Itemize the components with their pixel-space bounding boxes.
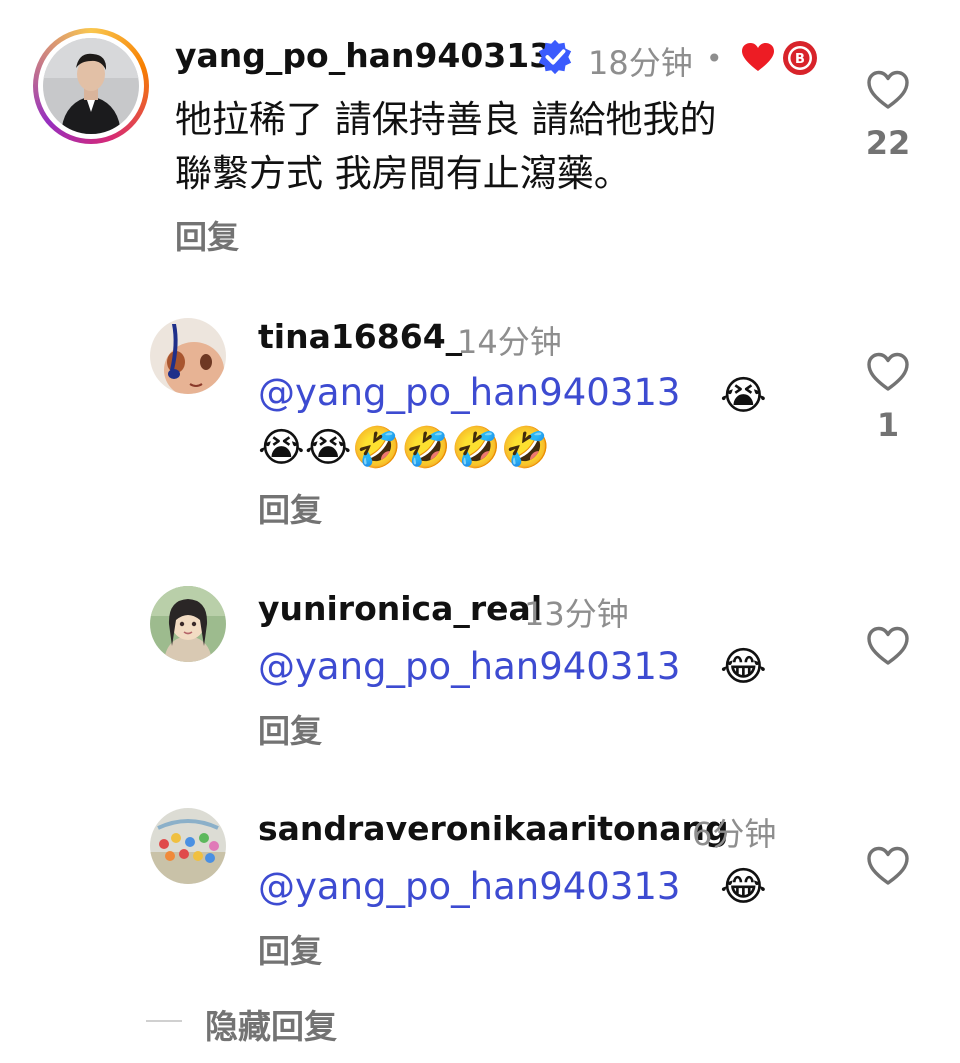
reply-button[interactable]: 回复 (258, 926, 322, 972)
comment-username[interactable]: sandraveronikaaritonang (258, 809, 729, 848)
tears-of-joy-emoji: 😂 (720, 864, 767, 910)
story-ring-avatar[interactable] (33, 28, 149, 144)
avatar[interactable] (150, 808, 226, 884)
verified-badge-icon (536, 38, 574, 76)
svg-text:B: B (795, 52, 805, 67)
avatar[interactable] (150, 586, 226, 662)
reply-button[interactable]: 回复 (258, 485, 322, 531)
user-mention-link[interactable]: @yang_po_han940313 (258, 865, 680, 908)
like-count: 1 (876, 406, 900, 444)
comment-username[interactable]: tina16864_ (258, 317, 462, 356)
comment-username[interactable]: yunironica_real (258, 589, 542, 628)
like-heart-icon[interactable] (866, 626, 910, 666)
comment-username[interactable]: yang_po_han940313 (175, 36, 552, 75)
like-count: 22 (865, 124, 911, 162)
hide-replies-button[interactable]: 隐藏回复 (205, 1000, 337, 1048)
comment-timestamp: 18分钟 (588, 44, 693, 82)
comment-text-line-2: 聯繫方式 我房間有止瀉藥。 (175, 152, 631, 195)
meta-separator: • (706, 42, 723, 75)
reply-button[interactable]: 回复 (175, 212, 239, 258)
loudly-crying-emoji: 😭 (720, 373, 767, 419)
like-heart-icon[interactable] (866, 846, 910, 886)
reply-button[interactable]: 回复 (258, 706, 322, 752)
like-heart-icon[interactable] (866, 70, 910, 110)
like-heart-icon[interactable] (866, 352, 910, 392)
user-mention-link[interactable]: @yang_po_han940313 (258, 371, 680, 414)
tears-of-joy-emoji: 😂 (720, 644, 767, 690)
avatar (43, 38, 139, 134)
hide-replies-divider (146, 1020, 182, 1022)
creator-avatar-badge: B (782, 40, 818, 76)
comment-timestamp: 14分钟 (457, 323, 562, 361)
comment-timestamp: 13分钟 (524, 595, 629, 633)
red-heart-icon (741, 42, 775, 72)
avatar[interactable] (150, 318, 226, 394)
comment-text-line-1: 牠拉稀了 請保持善良 請給牠我的 (175, 98, 717, 141)
emoji-line: 😭😭🤣🤣🤣🤣 (258, 425, 551, 471)
user-mention-link[interactable]: @yang_po_han940313 (258, 645, 680, 688)
comment-timestamp: 6分钟 (692, 815, 777, 853)
